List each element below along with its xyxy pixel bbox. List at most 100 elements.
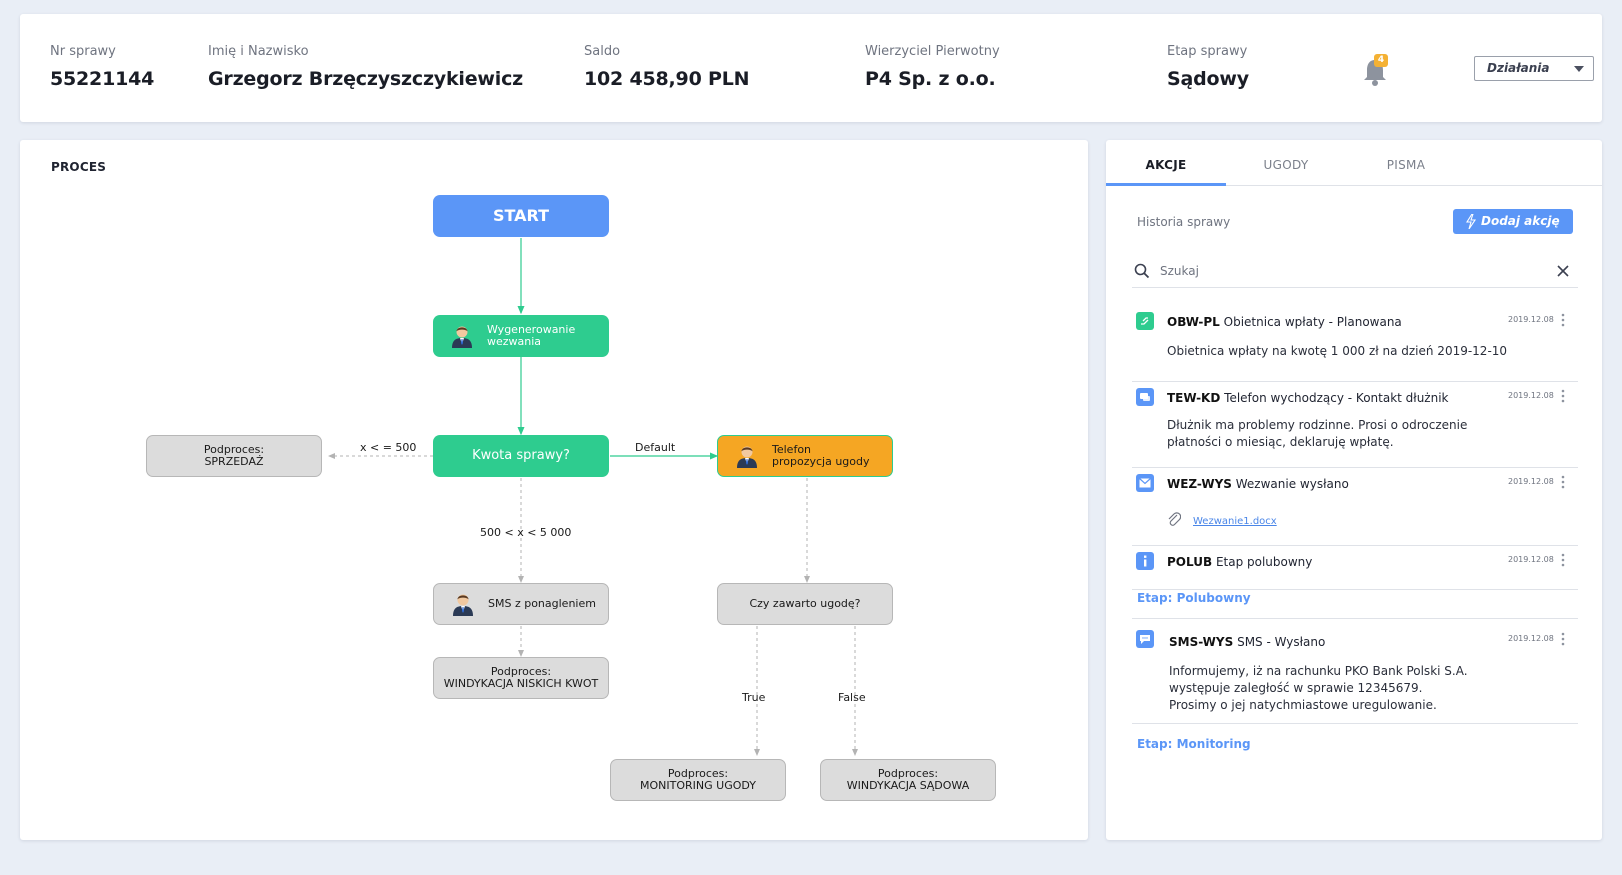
debtor-name-field: Imię i Nazwisko Grzegorz Brzęczyszczykie… bbox=[208, 44, 523, 90]
entry-code: TEW-KD bbox=[1167, 391, 1221, 405]
search-icon bbox=[1134, 263, 1150, 279]
entry-description: Telefon wychodzący - Kontakt dłużnik bbox=[1224, 391, 1449, 405]
info-icon bbox=[1136, 552, 1154, 570]
process-flow-connectors bbox=[328, 238, 858, 756]
tab-ugody[interactable]: UGODY bbox=[1226, 158, 1346, 172]
sms-icon bbox=[1136, 630, 1154, 648]
chevron-down-icon bbox=[1574, 66, 1584, 72]
entry-date: 2019.12.08 bbox=[1508, 391, 1554, 400]
subprocess-monitoring-node[interactable]: Podproces: MONITORING UGODY bbox=[610, 759, 786, 801]
sms-reminder-node[interactable]: SMS z ponagleniem bbox=[433, 583, 609, 625]
entry-title: SMS-WYS SMS - Wysłano bbox=[1169, 635, 1325, 649]
person-icon bbox=[452, 326, 472, 348]
generate-summons-node[interactable]: Wygenerowanie wezwania bbox=[433, 315, 609, 357]
process-panel: PROCES START Wygenerowanie wezwania Kwot… bbox=[20, 140, 1088, 840]
close-icon[interactable] bbox=[1556, 264, 1570, 278]
case-number-value: 55221144 bbox=[50, 68, 155, 90]
edge-label-false: False bbox=[838, 691, 866, 704]
case-number-label: Nr sprawy bbox=[50, 44, 116, 59]
agreement-decision-label: Czy zawarto ugodę? bbox=[749, 597, 861, 610]
history-entry[interactable]: TEW-KD Telefon wychodzący - Kontakt dłuż… bbox=[1132, 382, 1578, 468]
tab-akcje[interactable]: AKCJE bbox=[1106, 158, 1226, 172]
entry-code: WEZ-WYS bbox=[1167, 477, 1232, 491]
entry-code: POLUB bbox=[1167, 555, 1213, 569]
entry-body: Informujemy, iż na rachunku PKO Bank Pol… bbox=[1169, 664, 1468, 712]
attachment-link[interactable]: Wezwanie1.docx bbox=[1193, 516, 1277, 527]
agreement-decision-node[interactable]: Czy zawarto ugodę? bbox=[717, 583, 893, 625]
history-entry[interactable]: POLUB Etap polubowny 2019.12.08 bbox=[1132, 546, 1578, 590]
start-node-label: START bbox=[492, 206, 550, 225]
entry-date: 2019.12.08 bbox=[1508, 315, 1554, 324]
chat-icon bbox=[1136, 388, 1154, 406]
generate-summons-label: Wygenerowanie wezwania bbox=[487, 323, 576, 348]
subprocess-sale-node[interactable]: Podproces: SPRZEDAŻ bbox=[146, 435, 322, 477]
case-history-panel: AKCJE UGODY PISMA Historia sprawy Dodaj … bbox=[1106, 140, 1602, 840]
edge-label-mid-range: 500 < x < 5 000 bbox=[480, 526, 572, 539]
edge-label-default: Default bbox=[635, 441, 676, 454]
entry-title: POLUB Etap polubowny bbox=[1167, 555, 1312, 569]
lightning-icon bbox=[1466, 214, 1477, 229]
add-action-label: Dodaj akcję bbox=[1481, 214, 1560, 228]
case-amount-label: Kwota sprawy? bbox=[472, 448, 570, 463]
notification-badge: 4 bbox=[1374, 54, 1388, 67]
history-entry[interactable]: OBW-PL Obietnica wpłaty - Planowana 2019… bbox=[1132, 306, 1578, 382]
case-amount-decision-node[interactable]: Kwota sprawy? bbox=[433, 435, 609, 477]
entry-description: Obietnica wpłaty - Planowana bbox=[1223, 315, 1402, 329]
sms-reminder-label: SMS z ponagleniem bbox=[488, 597, 596, 610]
more-vertical-icon[interactable] bbox=[1560, 388, 1566, 404]
entry-body: Dłużnik ma problemy rodzinne. Prosi o od… bbox=[1167, 418, 1468, 449]
entry-title: WEZ-WYS Wezwanie wysłano bbox=[1167, 477, 1349, 491]
actions-dropdown-label: Działania bbox=[1487, 61, 1550, 75]
case-header: Nr sprawy 55221144 Imię i Nazwisko Grzeg… bbox=[20, 14, 1602, 122]
more-vertical-icon[interactable] bbox=[1560, 631, 1566, 647]
entry-code: OBW-PL bbox=[1167, 315, 1220, 329]
history-entry[interactable]: WEZ-WYS Wezwanie wysłano 2019.12.08 Wezw… bbox=[1132, 468, 1578, 546]
subprocess-sale-label: Podproces: SPRZEDAŻ bbox=[203, 443, 265, 468]
history-label: Historia sprawy bbox=[1137, 215, 1231, 229]
entry-title: TEW-KD Telefon wychodzący - Kontakt dłuż… bbox=[1167, 391, 1449, 405]
edge-label-true: True bbox=[742, 691, 766, 704]
stage-polubowny-label: Etap: Polubowny bbox=[1137, 591, 1251, 605]
balance-field: Saldo 102 458,90 PLN bbox=[584, 44, 750, 90]
entry-code: SMS-WYS bbox=[1169, 635, 1234, 649]
person-icon bbox=[737, 446, 757, 468]
entry-description: SMS - Wysłano bbox=[1237, 635, 1326, 649]
tab-bar: AKCJE UGODY PISMA bbox=[1106, 140, 1602, 186]
search-bar bbox=[1132, 258, 1578, 288]
subprocess-court-label: Podproces: WINDYKACJA SĄDOWA bbox=[846, 767, 970, 792]
case-stage-field: Etap sprawy Sądowy bbox=[1167, 44, 1249, 90]
subprocess-court-recovery-node[interactable]: Podproces: WINDYKACJA SĄDOWA bbox=[820, 759, 996, 801]
debtor-name-value: Grzegorz Brzęczyszczykiewicz bbox=[208, 68, 524, 90]
paperclip-icon bbox=[1168, 512, 1181, 526]
history-entry[interactable]: SMS-WYS SMS - Wysłano 2019.12.08 Informu… bbox=[1132, 620, 1578, 724]
search-input[interactable] bbox=[1160, 260, 1540, 282]
case-stage-value: Sądowy bbox=[1167, 68, 1249, 90]
entry-date: 2019.12.08 bbox=[1508, 477, 1554, 486]
start-node[interactable]: START bbox=[433, 195, 609, 237]
more-vertical-icon[interactable] bbox=[1560, 474, 1566, 490]
case-number-field: Nr sprawy 55221144 bbox=[50, 44, 154, 90]
phone-offer-label: Telefon propozycja ugody bbox=[772, 443, 870, 468]
entry-date: 2019.12.08 bbox=[1508, 555, 1554, 564]
balance-label: Saldo bbox=[584, 44, 621, 59]
subprocess-low-amount-label: Podproces: WINDYKACJA NISKICH KWOT bbox=[443, 665, 599, 690]
actions-dropdown[interactable]: Działania bbox=[1474, 56, 1594, 81]
person-icon bbox=[453, 594, 473, 616]
balance-value: 102 458,90 PLN bbox=[584, 68, 750, 90]
stage-monitoring-label: Etap: Monitoring bbox=[1137, 737, 1251, 751]
debtor-name-label: Imię i Nazwisko bbox=[208, 44, 309, 59]
entry-date: 2019.12.08 bbox=[1508, 634, 1554, 643]
tab-pisma[interactable]: PISMA bbox=[1346, 158, 1466, 172]
active-tab-indicator bbox=[1106, 183, 1226, 186]
more-vertical-icon[interactable] bbox=[1560, 312, 1566, 328]
creditor-value: P4 Sp. z o.o. bbox=[865, 68, 996, 90]
phone-offer-node[interactable]: Telefon propozycja ugody bbox=[717, 435, 893, 477]
creditor-label: Wierzyciel Pierwotny bbox=[865, 44, 1000, 59]
subprocess-low-amount-recovery-node[interactable]: Podproces: WINDYKACJA NISKICH KWOT bbox=[433, 657, 609, 699]
add-action-button[interactable]: Dodaj akcję bbox=[1453, 209, 1573, 234]
more-vertical-icon[interactable] bbox=[1560, 552, 1566, 568]
entry-title: OBW-PL Obietnica wpłaty - Planowana bbox=[1167, 315, 1402, 329]
divider bbox=[1132, 618, 1578, 619]
creditor-field: Wierzyciel Pierwotny P4 Sp. z o.o. bbox=[865, 44, 1000, 90]
entry-description: Etap polubowny bbox=[1215, 555, 1313, 569]
